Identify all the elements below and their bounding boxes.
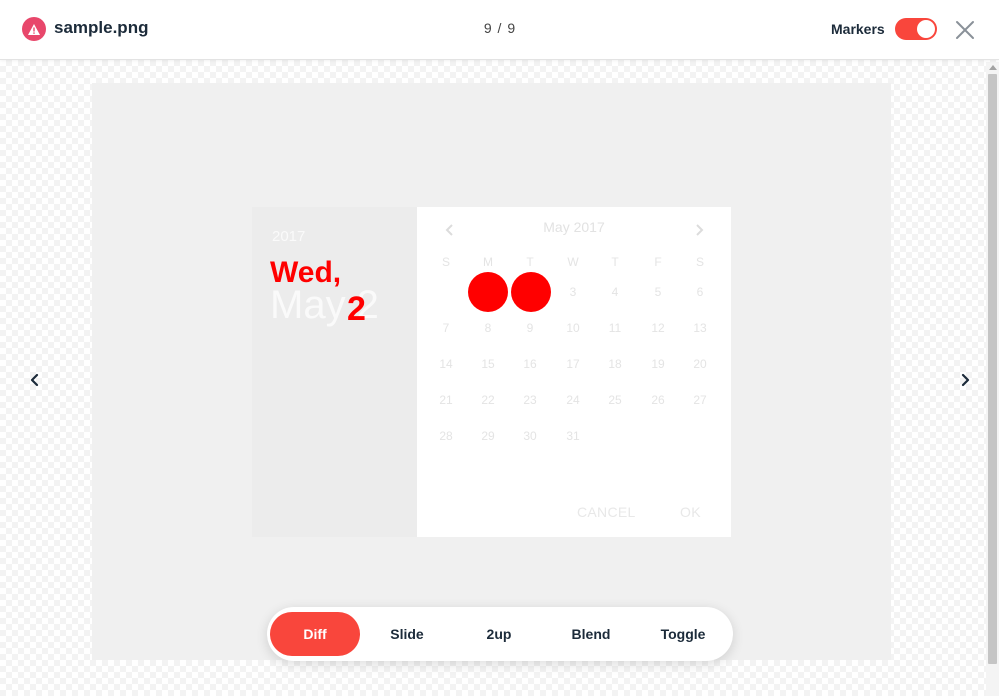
calendar-day[interactable]: 12 — [643, 321, 673, 335]
calendar-day[interactable]: 14 — [431, 357, 461, 371]
weekday-label: S — [441, 255, 450, 269]
weekday-label: S — [695, 255, 704, 269]
header-bar: sample.png 9 / 9 Markers — [0, 0, 999, 60]
close-button[interactable] — [954, 19, 976, 41]
calendar-day[interactable]: 21 — [431, 393, 461, 407]
calendar-day[interactable]: 9 — [515, 321, 545, 335]
weekday-label: T — [611, 255, 619, 269]
calendar-day[interactable]: 8 — [473, 321, 503, 335]
tab-slide[interactable]: Slide — [362, 612, 452, 656]
toggle-knob — [917, 20, 935, 38]
selected-date: May 2 — [270, 283, 379, 327]
calendar-day[interactable]: 19 — [643, 357, 673, 371]
tab-toggle[interactable]: Toggle — [638, 612, 728, 656]
cancel-button[interactable]: CANCEL — [577, 504, 636, 520]
date-picker-header: 2017 May 2 — [252, 207, 417, 537]
calendar-day[interactable]: 29 — [473, 429, 503, 443]
calendar-day[interactable]: 16 — [515, 357, 545, 371]
file-name: sample.png — [54, 18, 149, 37]
calendar-day[interactable]: 25 — [600, 393, 630, 407]
view-mode-tabs: Diff Slide 2up Blend Toggle — [267, 607, 733, 661]
calendar-day[interactable]: 5 — [643, 285, 673, 299]
selected-year: 2017 — [272, 228, 306, 245]
calendar-day[interactable]: 11 — [600, 321, 630, 335]
calendar-day[interactable]: 20 — [685, 357, 715, 371]
calendar-day[interactable]: 7 — [431, 321, 461, 335]
calendar-day[interactable]: 6 — [685, 285, 715, 299]
chevron-left-icon — [30, 373, 39, 387]
warning-triangle-icon — [22, 17, 46, 41]
calendar-day[interactable]: 26 — [643, 393, 673, 407]
calendar-day[interactable]: 4 — [600, 285, 630, 299]
calendar-day[interactable]: 10 — [558, 321, 588, 335]
previous-image-button[interactable] — [25, 370, 45, 390]
calendar-day[interactable]: 15 — [473, 357, 503, 371]
chevron-right-icon — [696, 224, 704, 236]
calendar-day[interactable]: 31 — [558, 429, 588, 443]
tab-diff[interactable]: Diff — [270, 612, 360, 656]
markers-toggle[interactable] — [895, 18, 937, 40]
calendar-day[interactable]: 30 — [515, 429, 545, 443]
calendar-day[interactable]: 23 — [515, 393, 545, 407]
weekday-label: T — [526, 255, 534, 269]
tab-2up[interactable]: 2up — [454, 612, 544, 656]
ok-button[interactable]: OK — [680, 504, 701, 520]
calendar-day[interactable]: 17 — [558, 357, 588, 371]
month-title: May 2017 — [543, 219, 605, 235]
calendar-day[interactable]: 22 — [473, 393, 503, 407]
calendar-day[interactable]: 13 — [685, 321, 715, 335]
calendar-day[interactable]: 3 — [558, 285, 588, 299]
weekday-label: W — [567, 255, 579, 269]
close-icon — [956, 21, 974, 39]
tab-blend[interactable]: Blend — [546, 612, 636, 656]
calendar-day[interactable]: 18 — [600, 357, 630, 371]
weekday-label: F — [654, 255, 662, 269]
calendar-panel: May 2017 S M T W T F S 1 2 3 4 5 6 7 8 9 10 11 12 13 14 15 16 1… — [417, 207, 731, 537]
calendar-day[interactable]: 2 — [515, 285, 545, 299]
image-counter: 9 / 9 — [483, 20, 517, 36]
date-picker-dialog: 2017 May 2 May 2017 S M T W T F S 1 2 3 4 5 6 7 8 9 10 11… — [252, 207, 731, 537]
scroll-up-arrow-icon[interactable] — [989, 65, 997, 70]
calendar-day[interactable]: 27 — [685, 393, 715, 407]
chevron-right-icon — [961, 373, 970, 387]
markers-label: Markers — [831, 21, 885, 37]
vertical-scrollbar[interactable] — [986, 62, 999, 696]
next-image-button[interactable] — [955, 370, 975, 390]
calendar-day[interactable]: 24 — [558, 393, 588, 407]
scroll-thumb[interactable] — [988, 74, 997, 664]
calendar-day[interactable]: 28 — [431, 429, 461, 443]
calendar-day[interactable]: 1 — [473, 285, 503, 299]
next-month-button[interactable] — [693, 223, 705, 237]
weekday-label: M — [483, 255, 493, 269]
